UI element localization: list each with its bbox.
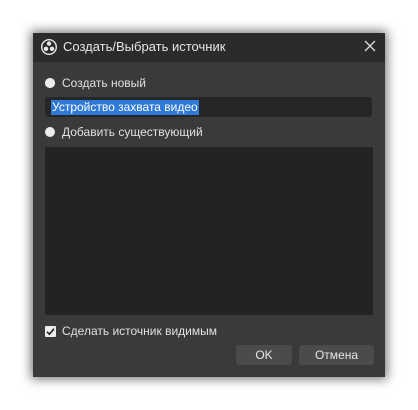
create-select-source-dialog: Создать/Выбрать источник Создать новый У… [33, 33, 385, 377]
radio-add-existing-indicator[interactable] [45, 127, 55, 137]
source-name-input[interactable]: Устройство захвата видео [45, 97, 372, 117]
dialog-title: Создать/Выбрать источник [63, 39, 226, 54]
cancel-button[interactable]: Отмена [299, 345, 374, 365]
radio-create-new[interactable]: Создать новый [45, 75, 146, 91]
make-visible-checkbox-row[interactable]: Сделать источник видимым [45, 323, 217, 339]
checkmark-icon [46, 327, 55, 335]
source-name-value: Устройство захвата видео [51, 99, 199, 115]
radio-add-existing-label: Добавить существующий [62, 125, 203, 139]
close-button[interactable] [355, 33, 385, 62]
obs-logo-icon [40, 38, 58, 56]
radio-create-new-label: Создать новый [62, 76, 146, 90]
ok-button[interactable]: OK [236, 345, 292, 365]
existing-sources-list[interactable] [45, 147, 373, 315]
make-visible-label: Сделать источник видимым [62, 324, 217, 338]
close-icon [364, 39, 376, 57]
make-visible-checkbox[interactable] [45, 325, 56, 337]
title-bar: Создать/Выбрать источник [33, 33, 385, 62]
radio-create-new-indicator[interactable] [45, 78, 55, 88]
radio-add-existing[interactable]: Добавить существующий [45, 124, 203, 140]
